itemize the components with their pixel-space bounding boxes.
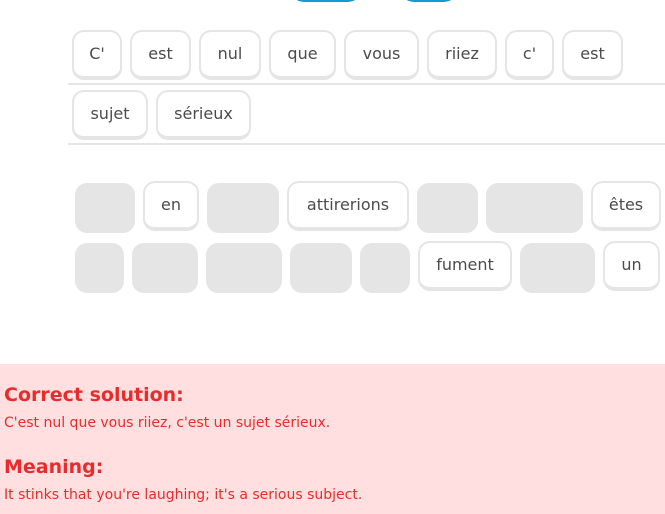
used-word-slot (417, 183, 478, 233)
answer-tile[interactable]: riiez (427, 30, 497, 80)
answer-tile[interactable]: c' (505, 30, 554, 80)
answer-tile[interactable]: nul (199, 30, 261, 80)
meaning-text: It stinks that you're laughing; it's a s… (4, 487, 363, 503)
answer-tile[interactable]: vous (344, 30, 419, 80)
used-word-slot (75, 243, 124, 293)
incorrect-feedback-panel: Correct solution: C'est nul que vous rii… (0, 364, 665, 514)
used-word-slot (290, 243, 352, 293)
used-word-slot (132, 243, 198, 293)
word-bank-tile[interactable]: êtes (591, 181, 661, 231)
answer-tile[interactable]: est (562, 30, 623, 80)
meaning-heading: Meaning: (4, 456, 104, 478)
exercise-screen: C' est nul que vous riiez c' est sujet s… (0, 0, 665, 514)
answer-tile[interactable]: sujet (72, 90, 148, 140)
word-bank-tile[interactable]: un (603, 241, 660, 291)
used-word-slot (75, 183, 135, 233)
top-button-edge[interactable] (290, 0, 362, 2)
answer-line (68, 143, 665, 145)
word-bank-tile[interactable]: en (143, 181, 199, 231)
used-word-slot (360, 243, 410, 293)
word-bank-tile[interactable]: attirerions (287, 181, 409, 231)
answer-tile[interactable]: C' (72, 30, 122, 80)
answer-line (68, 83, 665, 85)
used-word-slot (206, 243, 282, 293)
answer-tile[interactable]: est (130, 30, 191, 80)
answer-tile[interactable]: sérieux (156, 90, 251, 140)
used-word-slot (486, 183, 583, 233)
used-word-slot (520, 243, 595, 293)
solution-heading: Correct solution: (4, 384, 184, 406)
solution-text: C'est nul que vous riiez, c'est un sujet… (4, 415, 331, 431)
used-word-slot (207, 183, 279, 233)
top-button-edge[interactable] (400, 0, 458, 2)
word-bank-tile[interactable]: fument (418, 241, 512, 291)
answer-tile[interactable]: que (269, 30, 336, 80)
